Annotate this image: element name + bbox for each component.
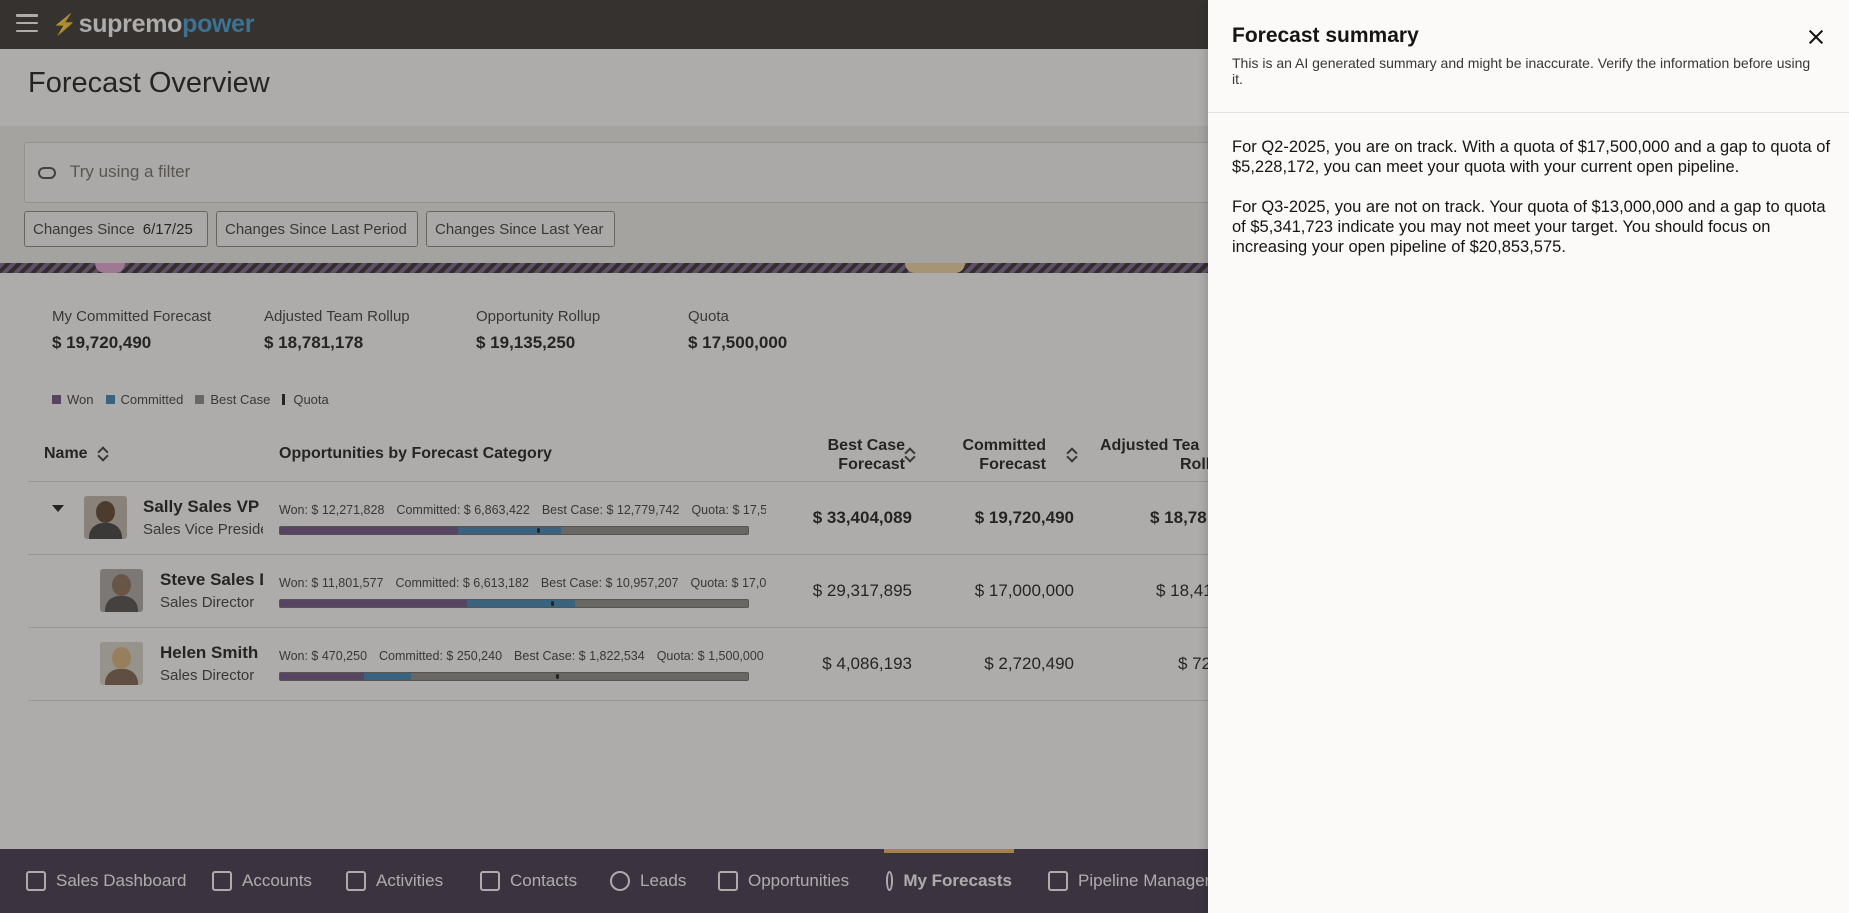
summary-paragraph: For Q3-2025, you are not on track. Your …	[1232, 198, 1826, 256]
summary-paragraph: For Q2-2025, you are on track. With a qu…	[1232, 138, 1831, 176]
panel-title: Forecast summary	[1232, 24, 1419, 47]
summary-body: For Q2-2025, you are on track. With a qu…	[1232, 137, 1832, 277]
divider	[1208, 112, 1849, 113]
forecast-summary-panel: Forecast summary This is an AI generated…	[1208, 0, 1849, 913]
ai-disclaimer: This is an AI generated summary and migh…	[1232, 55, 1811, 87]
close-icon[interactable]	[1807, 28, 1825, 46]
modal-backdrop[interactable]	[0, 0, 1208, 913]
